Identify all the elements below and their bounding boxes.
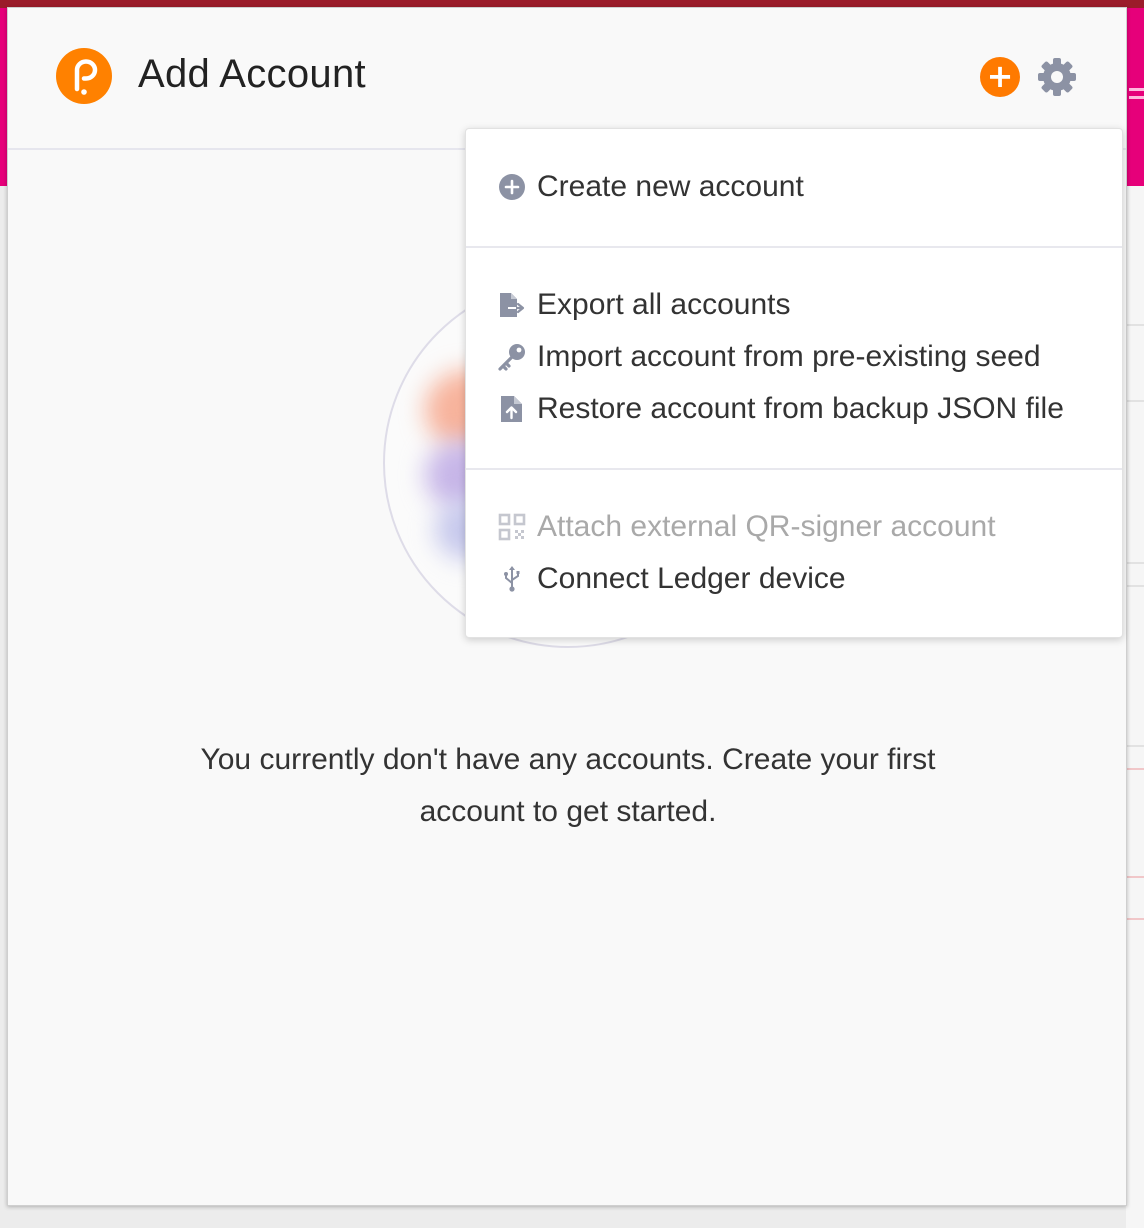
add-account-menu: Create new account Export all accounts I… bbox=[465, 128, 1123, 638]
menu-item-label: Restore account from backup JSON file bbox=[537, 392, 1064, 425]
menu-item-label: Create new account bbox=[537, 170, 804, 203]
menu-divider bbox=[466, 468, 1122, 470]
file-export-icon bbox=[498, 291, 526, 319]
menu-divider bbox=[466, 246, 1122, 248]
menu-item-label: Export all accounts bbox=[537, 288, 791, 321]
background-divider bbox=[1126, 324, 1144, 326]
menu-item-restore-from-json[interactable]: Restore account from backup JSON file bbox=[498, 387, 1064, 431]
background-divider bbox=[1126, 400, 1144, 402]
background-page bbox=[1126, 186, 1144, 1228]
page-title: Add Account bbox=[138, 52, 366, 96]
background-divider bbox=[1126, 918, 1144, 920]
menu-item-create-new-account[interactable]: Create new account bbox=[498, 165, 804, 209]
menu-item-import-from-seed[interactable]: Import account from pre-existing seed bbox=[498, 335, 1041, 379]
background-divider bbox=[1126, 768, 1144, 770]
key-icon bbox=[498, 343, 526, 371]
menu-item-attach-qr-signer[interactable]: Attach external QR-signer account bbox=[498, 505, 996, 549]
background-divider bbox=[1126, 876, 1144, 878]
menu-item-label: Attach external QR-signer account bbox=[537, 510, 996, 543]
background-divider bbox=[1126, 562, 1144, 564]
menu-item-label: Connect Ledger device bbox=[537, 562, 846, 595]
menu-item-export-all-accounts[interactable]: Export all accounts bbox=[498, 283, 790, 327]
background-divider bbox=[1126, 745, 1144, 747]
menu-item-connect-ledger[interactable]: Connect Ledger device bbox=[498, 557, 846, 601]
menu-item-label: Import account from pre-existing seed bbox=[537, 340, 1041, 373]
file-upload-icon bbox=[498, 395, 526, 423]
plus-circle-icon bbox=[498, 173, 526, 201]
background-divider bbox=[1126, 585, 1144, 587]
empty-state-message: You currently don't have any accounts. C… bbox=[200, 743, 936, 828]
background-menu-icon bbox=[1129, 88, 1144, 91]
settings-gear-icon[interactable] bbox=[1036, 56, 1078, 98]
add-account-button[interactable]: + bbox=[980, 57, 1020, 97]
qrcode-icon bbox=[498, 513, 526, 541]
usb-icon bbox=[498, 565, 526, 593]
polkadot-logo-icon bbox=[56, 48, 112, 104]
